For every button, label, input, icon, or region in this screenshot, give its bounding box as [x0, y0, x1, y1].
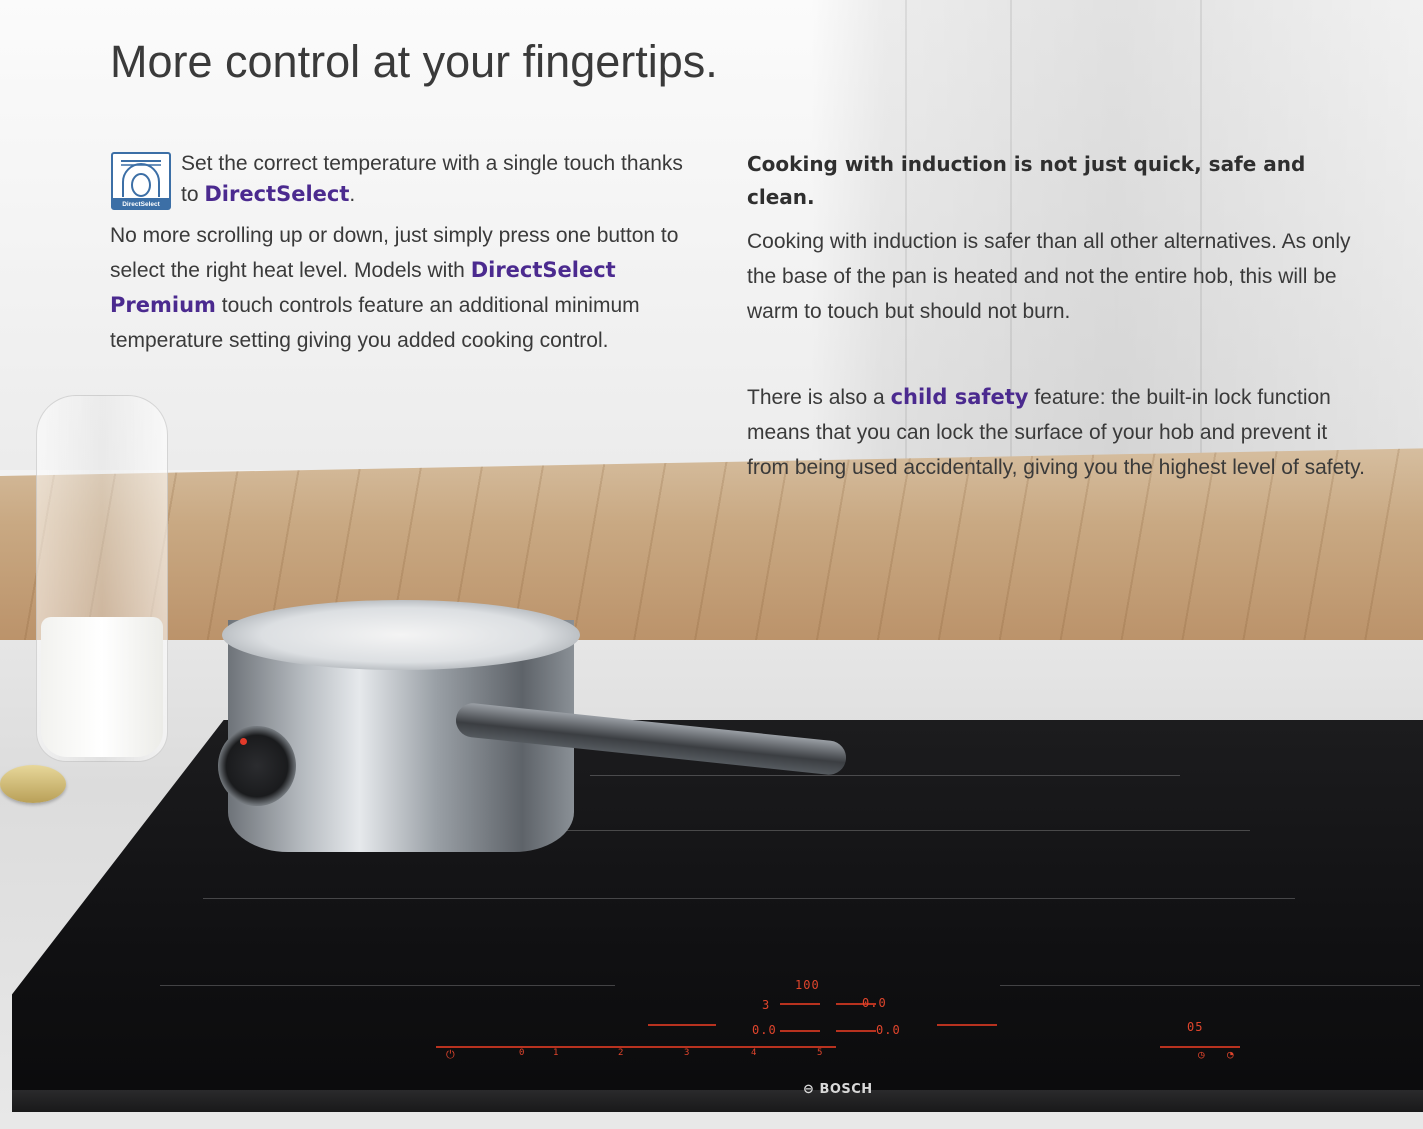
saucepan-rim [222, 600, 580, 670]
hob-level-display: 3 [762, 998, 771, 1012]
child-safety-text-start: There is also a [747, 386, 891, 409]
page-title: More control at your fingertips. [110, 36, 718, 87]
hob-scale-3[interactable]: 3 [684, 1048, 690, 1058]
directselect-body: No more scrolling up or down, just simpl… [110, 218, 690, 358]
milk-bottle [36, 395, 168, 762]
bosch-emblem-icon: ⊖ [803, 1082, 815, 1097]
hob-zone-line [1000, 985, 1420, 986]
hob-zone-line [203, 898, 1295, 899]
hob-scale-0[interactable]: 0 [519, 1048, 525, 1058]
child-safety-paragraph: There is also a child safety feature: th… [747, 380, 1367, 485]
child-safety-highlight: child safety [890, 385, 1029, 409]
hob-control-line [836, 1030, 876, 1032]
hob-zone-line [160, 985, 615, 986]
induction-paragraph-1: Cooking with induction is safer than all… [747, 230, 1351, 323]
hob-alarm-icon[interactable]: ◔ [1227, 1048, 1235, 1061]
hob-value-a: 0.0 [862, 996, 887, 1010]
bosch-logo: ⊖ BOSCH [803, 1082, 873, 1097]
bottle-lid [0, 765, 66, 803]
directselect-icon-caption: DirectSelect [122, 201, 160, 208]
hob-power-icon[interactable]: ⏻ [446, 1048, 456, 1062]
hob-control-line [937, 1024, 997, 1026]
hob-control-line [648, 1024, 716, 1026]
hob-zone-line [590, 775, 1180, 776]
lead-text-end: . [349, 183, 356, 206]
hob-scale-5[interactable]: 5 [817, 1048, 823, 1058]
hob-control-line [780, 1003, 820, 1005]
bosch-brand-text: BOSCH [819, 1082, 873, 1097]
hob-front-edge [12, 1090, 1423, 1112]
directselect-highlight: DirectSelect [204, 182, 350, 206]
hob-timer-display: 05 [1187, 1020, 1204, 1034]
hob-control-line [780, 1030, 820, 1032]
hob-scale-1[interactable]: 1 [553, 1048, 559, 1058]
hob-clock-icon[interactable]: ◷ [1198, 1048, 1206, 1061]
hob-scale-2[interactable]: 2 [618, 1048, 624, 1058]
hob-temperature-display: 100 [795, 978, 820, 992]
hob-value-c: 0.0 [876, 1023, 901, 1037]
directselect-icon: DirectSelect [111, 152, 171, 210]
induction-heading: Cooking with induction is not just quick… [747, 152, 1306, 209]
hob-slider-bar[interactable] [436, 1046, 836, 1048]
hob-scale-4[interactable]: 4 [751, 1048, 757, 1058]
hob-value-b: 0.0 [752, 1023, 777, 1037]
directselect-lead: Set the correct temperature with a singl… [181, 148, 701, 210]
saucepan-sensor-knob [218, 726, 296, 806]
